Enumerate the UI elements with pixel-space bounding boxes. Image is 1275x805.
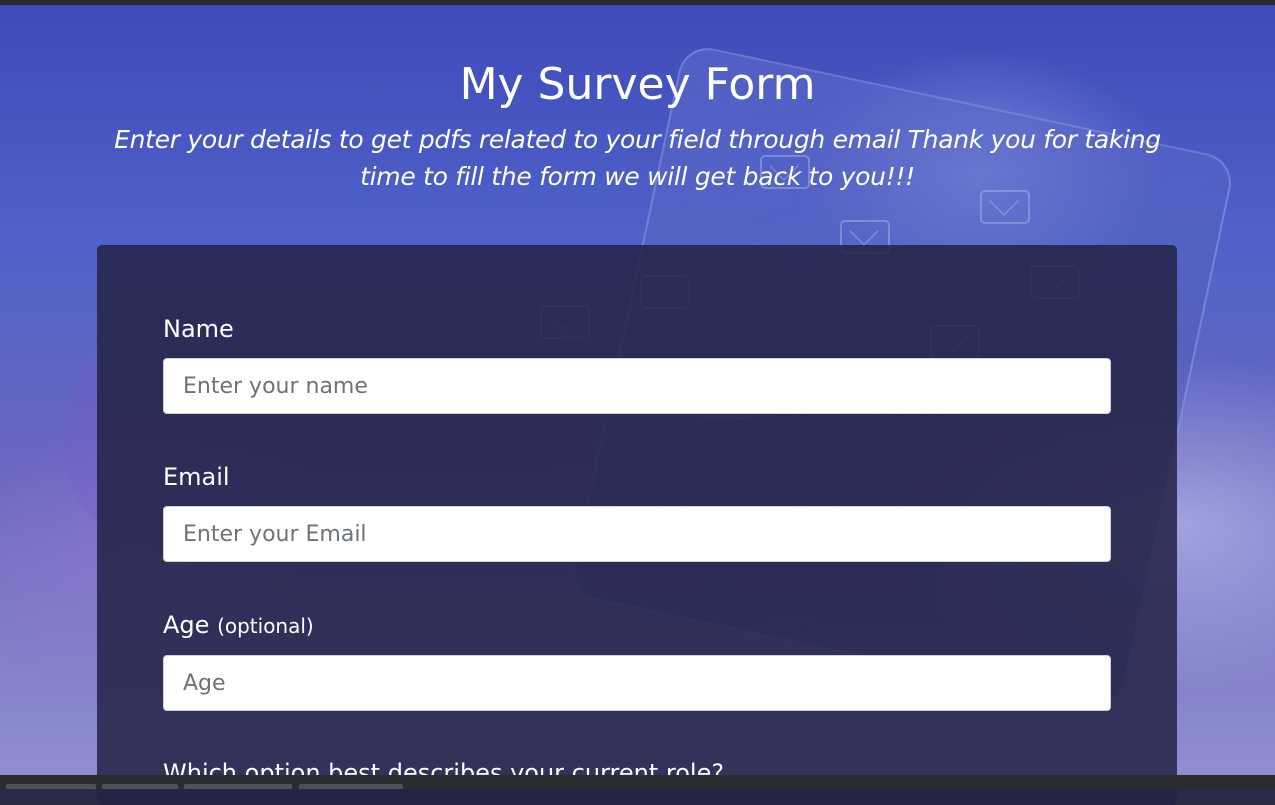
taskbar-tab[interactable] xyxy=(299,784,403,789)
optional-note: (optional) xyxy=(217,614,314,638)
taskbar-tab[interactable] xyxy=(6,784,96,789)
email-input[interactable] xyxy=(163,506,1111,562)
page-description: Enter your details to get pdfs related t… xyxy=(114,125,1161,191)
name-field-group: Name xyxy=(163,314,1111,414)
name-input[interactable] xyxy=(163,358,1111,414)
taskbar-tab[interactable] xyxy=(184,784,292,789)
page-title: My Survey Form xyxy=(459,59,816,110)
taskbar xyxy=(0,775,1275,789)
age-label: Age (optional) xyxy=(163,610,1111,641)
age-field-group: Age (optional) xyxy=(163,610,1111,711)
email-field-group: Email xyxy=(163,462,1111,562)
envelope-icon xyxy=(980,190,1030,224)
survey-form: Name Email Age (optional) Which option b… xyxy=(97,245,1177,805)
age-label-text: Age xyxy=(163,611,210,639)
email-label: Email xyxy=(163,463,230,491)
taskbar-tab[interactable] xyxy=(102,784,178,789)
age-input[interactable] xyxy=(163,655,1111,711)
page-header: My Survey Form Enter your details to get… xyxy=(0,55,1275,195)
name-label: Name xyxy=(163,315,234,343)
